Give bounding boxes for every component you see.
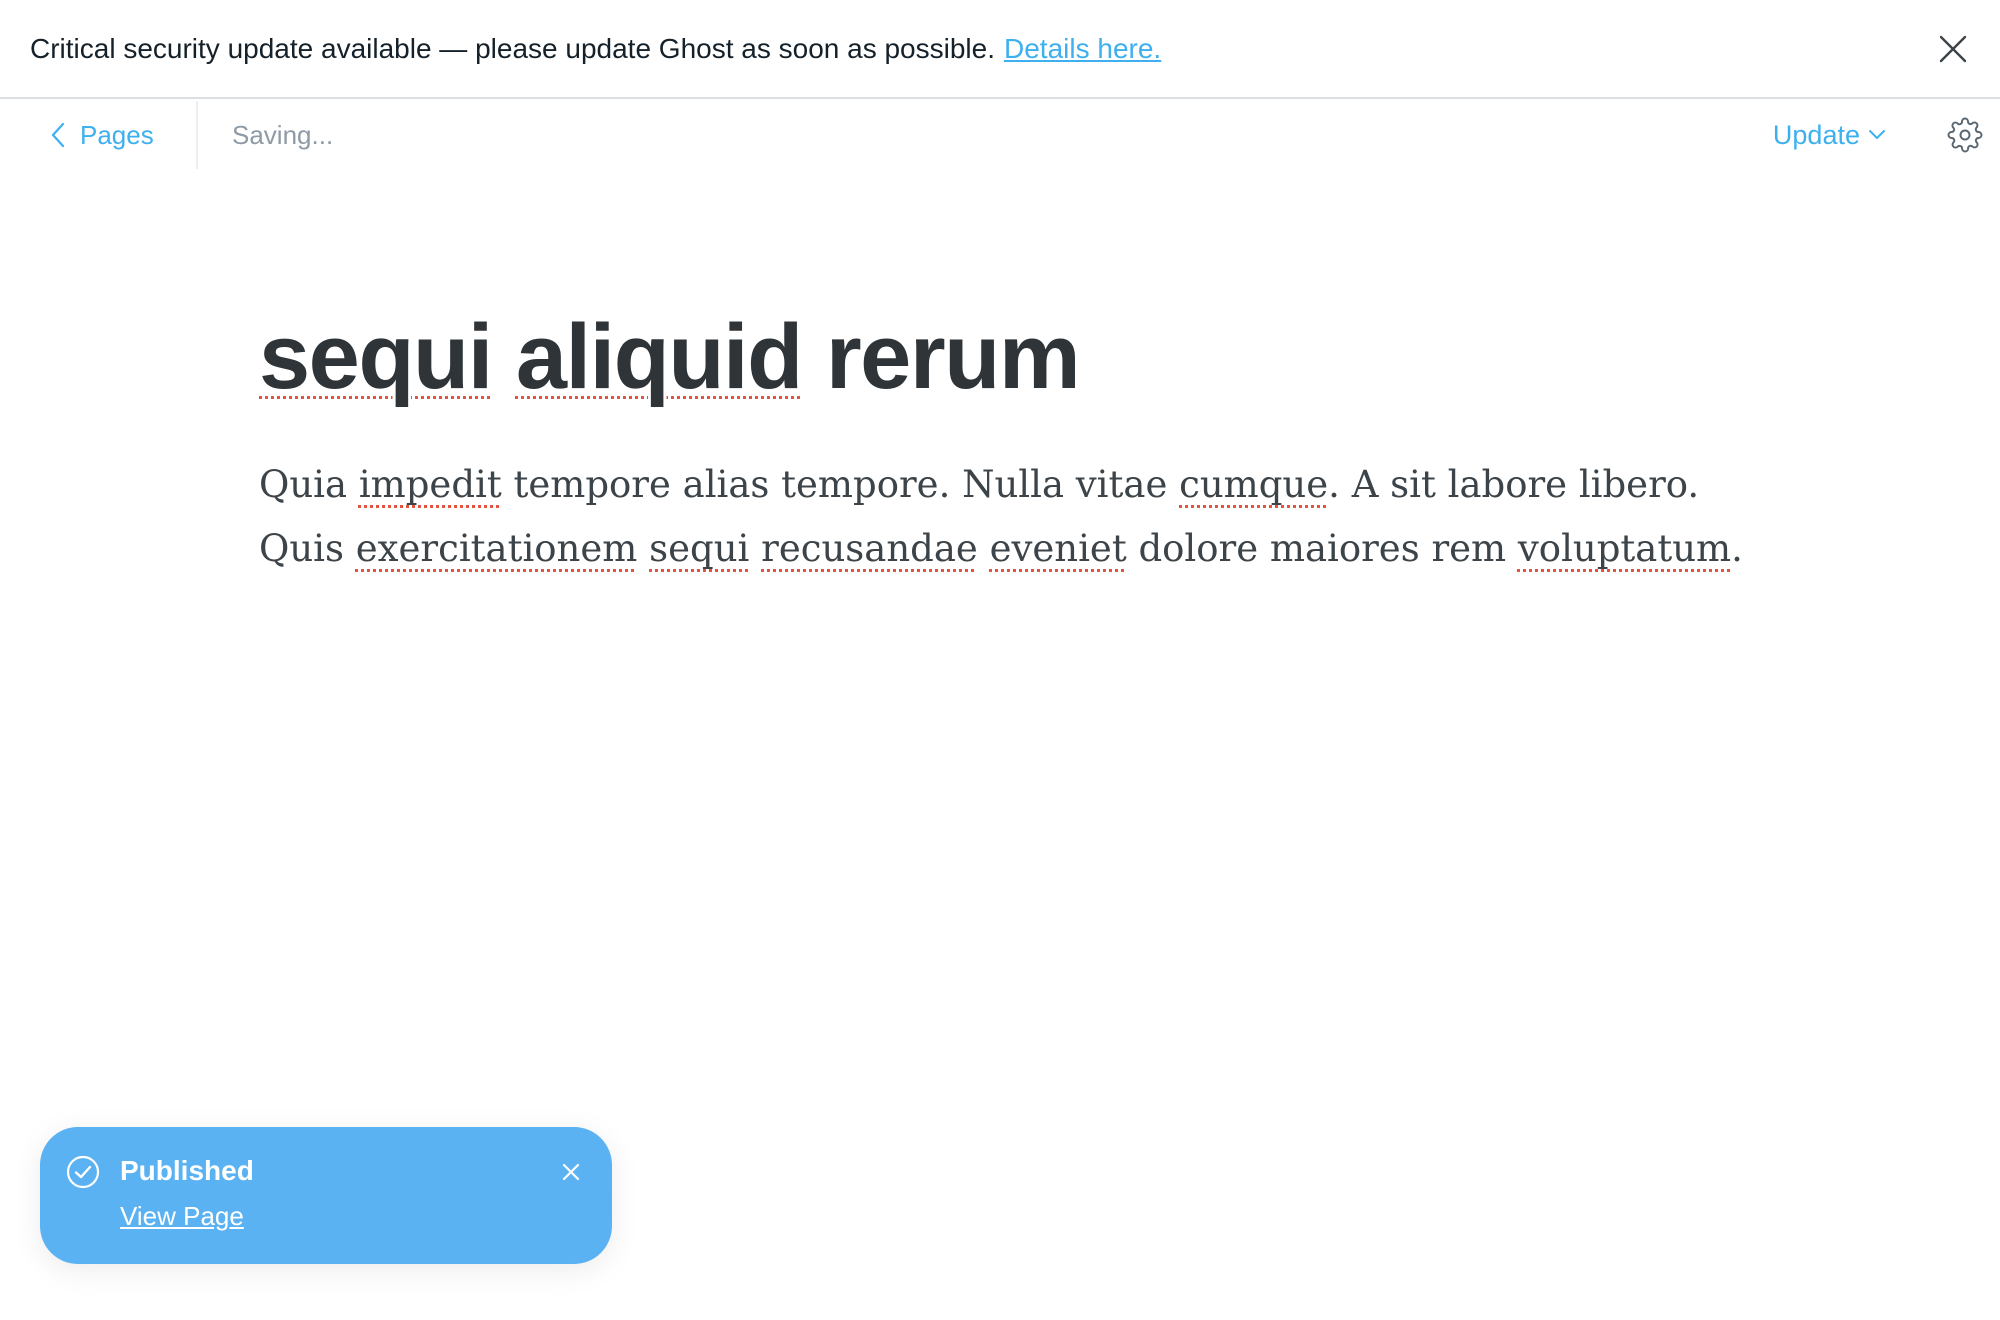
body-text-run: tempore alias tempore. Nulla vitae bbox=[501, 463, 1180, 506]
body-text-run: Quia bbox=[259, 463, 359, 506]
post-title[interactable]: sequi aliquid rerum bbox=[259, 305, 1081, 411]
check-circle-icon bbox=[66, 1155, 100, 1189]
editor-page: Critical security update available — ple… bbox=[0, 0, 2000, 1320]
gear-icon bbox=[1947, 117, 1983, 153]
editor-header: Pages Saving... Update bbox=[0, 101, 2000, 169]
back-to-pages-link[interactable]: Pages bbox=[50, 101, 154, 169]
post-body[interactable]: Quia impedit tempore alias tempore. Null… bbox=[259, 453, 1779, 581]
update-label: Update bbox=[1772, 119, 1860, 150]
misspelled-word: eveniet bbox=[989, 527, 1127, 570]
alert-details-link[interactable]: Details here. bbox=[1004, 33, 1161, 65]
notification-title: Published bbox=[120, 1155, 254, 1186]
misspelled-word: cumque bbox=[1179, 463, 1329, 506]
alert-message: Critical security update available — ple… bbox=[30, 32, 995, 64]
chevron-left-icon bbox=[51, 122, 65, 148]
misspelled-word: voluptatum bbox=[1517, 527, 1732, 570]
header-divider bbox=[196, 101, 198, 169]
body-text-run bbox=[978, 527, 990, 570]
misspelled-word: exercitationem bbox=[355, 527, 638, 570]
published-notification: Published View Page bbox=[40, 1127, 612, 1264]
post-settings-button[interactable] bbox=[1944, 114, 1986, 156]
title-word: sequi bbox=[259, 306, 493, 408]
title-word: rerum bbox=[825, 306, 1081, 408]
body-text-run bbox=[749, 527, 761, 570]
security-alert-banner: Critical security update available — ple… bbox=[0, 0, 2000, 99]
chevron-down-icon bbox=[1869, 130, 1885, 139]
misspelled-word: sequi bbox=[649, 527, 750, 570]
close-icon bbox=[562, 1163, 580, 1181]
misspelled-word: impedit bbox=[358, 463, 502, 506]
title-word: aliquid bbox=[515, 306, 803, 408]
misspelled-word: recusandae bbox=[761, 527, 978, 570]
notification-close-button[interactable] bbox=[556, 1157, 586, 1187]
body-text-run: dolore maiores rem bbox=[1126, 527, 1518, 570]
back-label: Pages bbox=[80, 119, 154, 150]
update-menu-button[interactable]: Update bbox=[1773, 101, 1886, 169]
body-text-run: . bbox=[1731, 527, 1743, 570]
close-icon bbox=[1939, 35, 1967, 63]
view-page-link[interactable]: View Page bbox=[120, 1201, 244, 1232]
body-text-run bbox=[637, 527, 649, 570]
save-status: Saving... bbox=[232, 119, 334, 150]
alert-close-button[interactable] bbox=[1932, 28, 1974, 70]
